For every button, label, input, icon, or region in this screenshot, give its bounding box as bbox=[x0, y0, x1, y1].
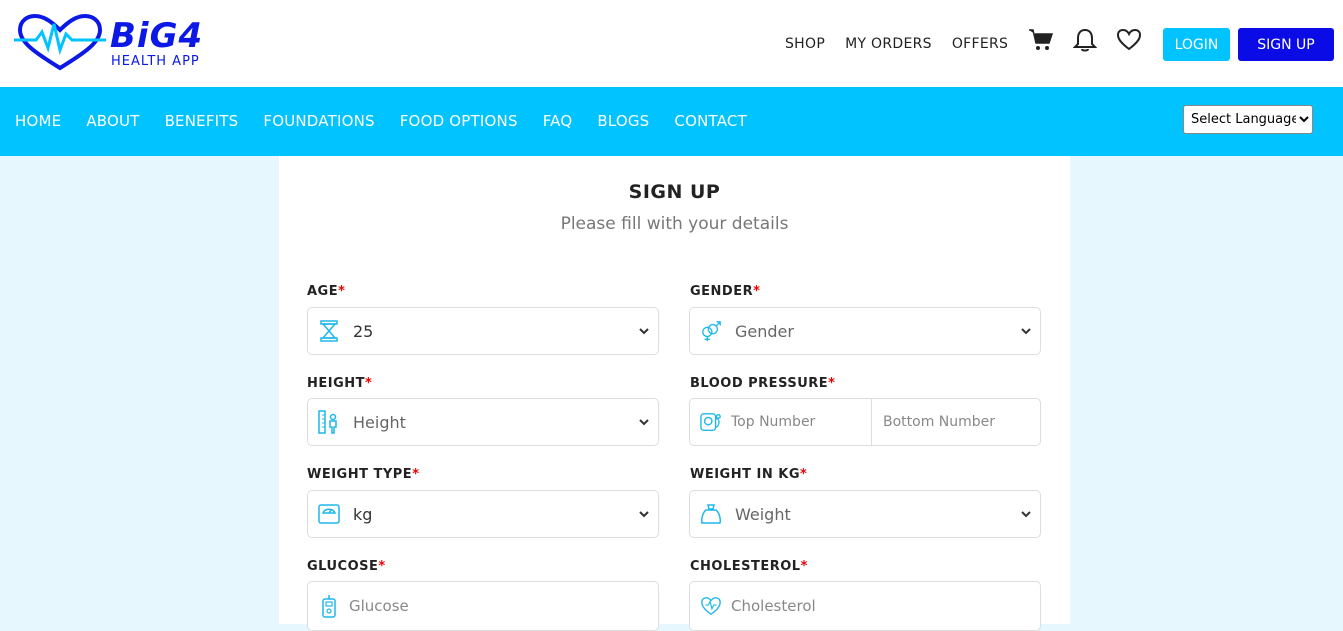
scale-icon bbox=[318, 503, 340, 525]
age-label: AGE* bbox=[307, 284, 346, 299]
height-value: Height bbox=[353, 412, 406, 432]
gender-value: Gender bbox=[735, 321, 794, 341]
weight-type-label: WEIGHT TYPE* bbox=[307, 467, 420, 482]
signup-button[interactable]: SIGN UP bbox=[1238, 28, 1334, 61]
main-nav: HOME ABOUT BENEFITS FOUNDATIONS FOOD OPT… bbox=[0, 87, 1343, 156]
heart-pulse-icon bbox=[14, 14, 106, 71]
glucose-meter-icon bbox=[318, 595, 340, 618]
heart-icon[interactable] bbox=[1116, 27, 1142, 53]
bp-top-input[interactable] bbox=[731, 414, 871, 430]
hourglass-icon bbox=[318, 320, 340, 342]
shop-link[interactable]: SHOP bbox=[785, 36, 825, 52]
height-label: HEIGHT* bbox=[307, 376, 373, 391]
language-select[interactable]: Select Language bbox=[1183, 105, 1313, 134]
nav-item-contact[interactable]: CONTACT bbox=[674, 112, 747, 130]
nav-item-about[interactable]: ABOUT bbox=[86, 112, 139, 130]
offers-link[interactable]: OFFERS bbox=[952, 36, 1008, 52]
login-button[interactable]: LOGIN bbox=[1163, 28, 1230, 61]
blood-pressure-icon bbox=[700, 411, 722, 433]
cart-icon[interactable] bbox=[1028, 27, 1054, 53]
nav-item-faq[interactable]: FAQ bbox=[543, 112, 573, 130]
brand-logo[interactable]: BiG4 HEALTH APP bbox=[14, 14, 229, 74]
weight-type-select[interactable]: kg bbox=[307, 490, 659, 538]
gender-select[interactable]: Gender bbox=[689, 307, 1041, 355]
nav-item-home[interactable]: HOME bbox=[15, 112, 61, 130]
weight-value: Weight bbox=[735, 504, 791, 524]
my-orders-link[interactable]: MY ORDERS bbox=[845, 36, 932, 52]
weight-bag-icon bbox=[700, 503, 722, 525]
gender-icon bbox=[700, 320, 722, 342]
weight-select[interactable]: Weight bbox=[689, 490, 1041, 538]
brand-name: BiG4 bbox=[110, 16, 204, 56]
chevron-down-icon bbox=[639, 511, 649, 518]
age-value: 25 bbox=[353, 321, 374, 341]
chevron-down-icon bbox=[639, 328, 649, 335]
nav-item-benefits[interactable]: BENEFITS bbox=[165, 112, 239, 130]
cholesterol-label: CHOLESTEROL* bbox=[690, 559, 808, 574]
height-select[interactable]: Height bbox=[307, 398, 659, 446]
gender-label: GENDER* bbox=[690, 284, 761, 299]
bp-divider bbox=[871, 399, 872, 445]
height-ruler-icon bbox=[318, 410, 340, 434]
weight-label: WEIGHT IN KG* bbox=[690, 467, 808, 482]
bp-bottom-input[interactable] bbox=[883, 414, 1023, 430]
form-title: SIGN UP bbox=[628, 181, 721, 203]
chevron-down-icon bbox=[1021, 511, 1031, 518]
nav-item-blogs[interactable]: BLOGS bbox=[597, 112, 649, 130]
blood-pressure-label: BLOOD PRESSURE* bbox=[690, 376, 836, 391]
cholesterol-input[interactable] bbox=[731, 597, 1021, 615]
weight-type-value: kg bbox=[353, 504, 373, 524]
header: BiG4 HEALTH APP SHOP MY ORDERS OFFERS LO… bbox=[0, 0, 1343, 87]
signup-card: SIGN UP Please fill with your details AG… bbox=[279, 156, 1070, 631]
blood-pressure-group bbox=[689, 398, 1041, 446]
form-subtitle: Please fill with your details bbox=[560, 214, 789, 234]
chevron-down-icon bbox=[639, 419, 649, 426]
age-select[interactable]: 25 bbox=[307, 307, 659, 355]
chevron-down-icon bbox=[1021, 328, 1031, 335]
bell-icon[interactable] bbox=[1072, 27, 1098, 53]
nav-item-food-options[interactable]: FOOD OPTIONS bbox=[400, 112, 518, 130]
glucose-label: GLUCOSE* bbox=[307, 559, 386, 574]
cholesterol-icon bbox=[700, 595, 722, 617]
brand-tagline: HEALTH APP bbox=[111, 54, 200, 69]
glucose-input[interactable] bbox=[349, 597, 639, 615]
nav-item-foundations[interactable]: FOUNDATIONS bbox=[263, 112, 374, 130]
